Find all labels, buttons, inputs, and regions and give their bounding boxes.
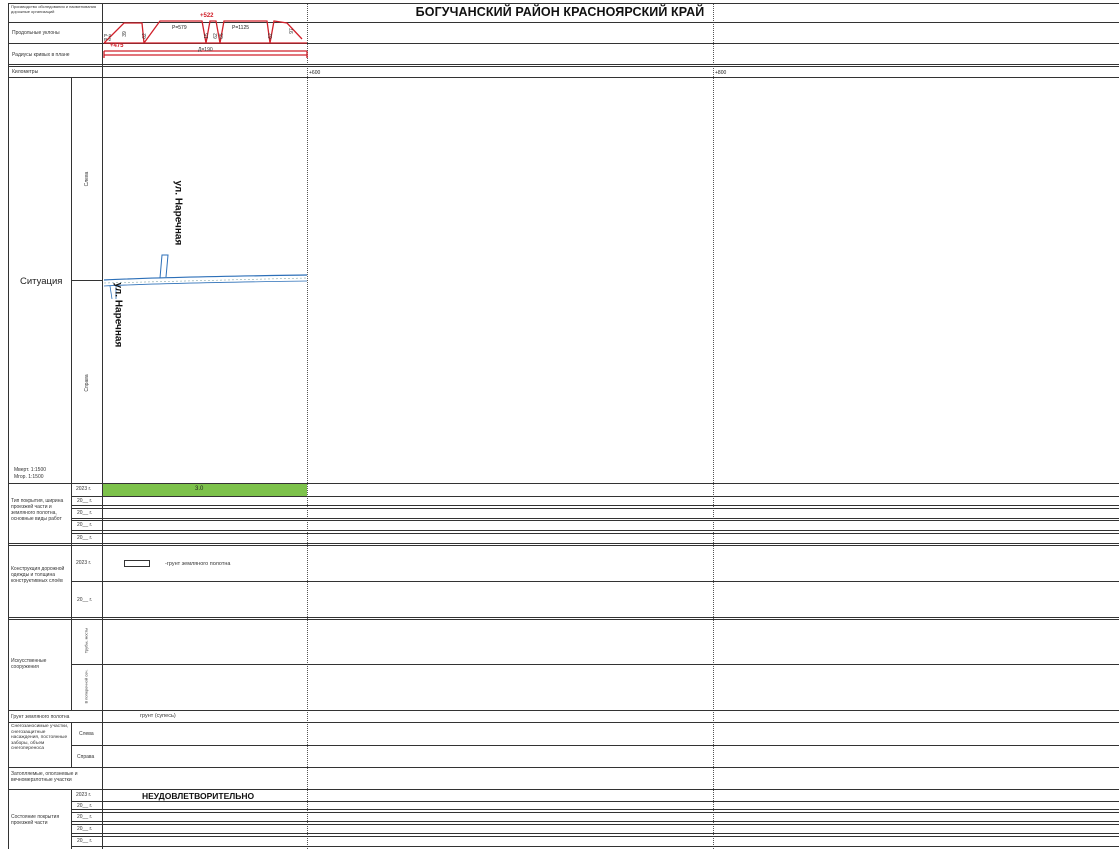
grid-line bbox=[8, 66, 1119, 67]
soil-legend-swatch bbox=[124, 560, 150, 567]
slope-label: Р=1125 bbox=[232, 25, 250, 31]
row-label-snow: Снегозаносимые участки, снегозащитные на… bbox=[11, 724, 69, 752]
grid-line bbox=[8, 789, 1119, 790]
slope-value: 62 bbox=[268, 33, 274, 39]
radius-label: Д=190 bbox=[198, 47, 213, 53]
org-label: Производство обследования и наименования… bbox=[11, 4, 97, 14]
page-title: БОГУЧАНСКИЙ РАЙОН КРАСНОЯРСКИЙ КРАЙ bbox=[415, 5, 705, 19]
year-label: 20__ г. bbox=[77, 510, 93, 516]
row-label-soil: Грунт земляного полотна bbox=[11, 714, 70, 720]
year-label: 20__ г. bbox=[77, 838, 93, 844]
slope-value: 39 bbox=[122, 31, 128, 37]
grid-line bbox=[71, 664, 1119, 665]
grid-line bbox=[71, 745, 1119, 746]
grid-line bbox=[8, 545, 1119, 546]
snow-left-label: Слева bbox=[79, 731, 94, 737]
slope-value: 97 bbox=[289, 28, 295, 34]
grid-line bbox=[71, 505, 1119, 506]
grid-line bbox=[71, 833, 1119, 834]
slope-label: Р-2 bbox=[104, 37, 112, 42]
grid-line bbox=[71, 496, 1119, 497]
grid-line bbox=[71, 533, 1119, 534]
row-label-situation: Ситуация bbox=[20, 276, 63, 287]
grid-line bbox=[71, 821, 1119, 822]
row-label-right: Справа bbox=[84, 374, 90, 392]
profile-mark-bottom: +475 bbox=[110, 43, 124, 49]
grid-line bbox=[71, 812, 1119, 813]
condition-value: НЕУДОВЛЕТВОРИТЕЛЬНО bbox=[142, 791, 255, 801]
grid-line bbox=[71, 801, 1119, 802]
grid-line bbox=[71, 483, 72, 545]
grid-line bbox=[8, 619, 1119, 620]
row-label-left: Слева bbox=[84, 171, 90, 187]
surface-width-value: 3.0 bbox=[195, 486, 204, 492]
grid-line bbox=[8, 617, 1119, 618]
year-label: 20__ г. bbox=[77, 803, 93, 809]
grid-line bbox=[71, 809, 1119, 810]
row-label-slopes: Продольные уклоны bbox=[12, 30, 60, 36]
grid-line bbox=[71, 846, 1119, 847]
surface-width-bar bbox=[103, 484, 307, 496]
slope-label: Р=579 bbox=[172, 25, 187, 31]
year-label: 20__ г. bbox=[77, 498, 93, 504]
row-label-km: Километры bbox=[12, 69, 39, 75]
street-label-top: ул. Наречная bbox=[172, 180, 184, 246]
year-label: 20__ г. bbox=[77, 535, 93, 541]
grid-line bbox=[71, 508, 1119, 509]
row-label-condition: Состояние покрытия проезжей части bbox=[11, 814, 60, 826]
soil-legend-text: -грунт земляного полотна bbox=[165, 561, 231, 567]
grid-line bbox=[71, 789, 72, 849]
year-label: 2023 г. bbox=[76, 486, 92, 492]
scale-horizontal: Мгор. 1:1500 bbox=[14, 474, 44, 480]
year-label: 2023 г. bbox=[76, 560, 92, 566]
grid-line bbox=[8, 543, 1119, 544]
grid-line bbox=[71, 518, 1119, 519]
grid-line bbox=[71, 824, 1119, 825]
structures-sub-label: В поперечной сеч. bbox=[83, 669, 89, 704]
scale-vertical: Мверт. 1:1500 bbox=[14, 467, 47, 473]
grid-line bbox=[71, 280, 102, 281]
grid-line bbox=[8, 722, 1119, 723]
slope-value: 62 bbox=[142, 33, 148, 39]
grid-line bbox=[71, 530, 1119, 531]
structures-sub-label: Трубы, мосты bbox=[83, 627, 89, 654]
year-label: 20__ г. bbox=[77, 522, 93, 528]
soil-type-value: грунт (супесь) bbox=[140, 713, 176, 719]
grid-line bbox=[71, 836, 1119, 837]
km-mark: +600 bbox=[309, 70, 321, 76]
year-label: 2023 г. bbox=[76, 792, 92, 798]
situation-map bbox=[103, 254, 308, 300]
profile-mark-top: +522 bbox=[200, 13, 214, 19]
year-label: 20__ г. bbox=[77, 597, 93, 603]
snow-right-label: Справа bbox=[77, 754, 95, 760]
grid-line bbox=[71, 520, 1119, 521]
year-label: 20__ г. bbox=[77, 814, 93, 820]
slope-value: 65 bbox=[219, 33, 225, 39]
row-label-surface-type: Тип покрытия, ширина проезжей части и зе… bbox=[11, 498, 64, 522]
row-label-radii: Радиусы кривых в плане bbox=[12, 52, 70, 58]
row-label-pavement: Конструкция дорожной одежды и толщина ко… bbox=[11, 566, 65, 584]
grid-line bbox=[8, 767, 1119, 768]
row-label-structures: Искусственные сооружения bbox=[11, 658, 47, 670]
slope-value: 15 bbox=[204, 33, 210, 39]
row-label-flooded: Затопляемые, оползневые и вечномерзлотны… bbox=[11, 771, 78, 783]
grid-line bbox=[8, 710, 1119, 711]
grid-line bbox=[71, 545, 72, 619]
street-label-bottom: ул. Наречная bbox=[112, 282, 124, 348]
km-mark: +800 bbox=[715, 70, 727, 76]
grid-line bbox=[71, 581, 1119, 582]
year-label: 20__ г. bbox=[77, 826, 93, 832]
